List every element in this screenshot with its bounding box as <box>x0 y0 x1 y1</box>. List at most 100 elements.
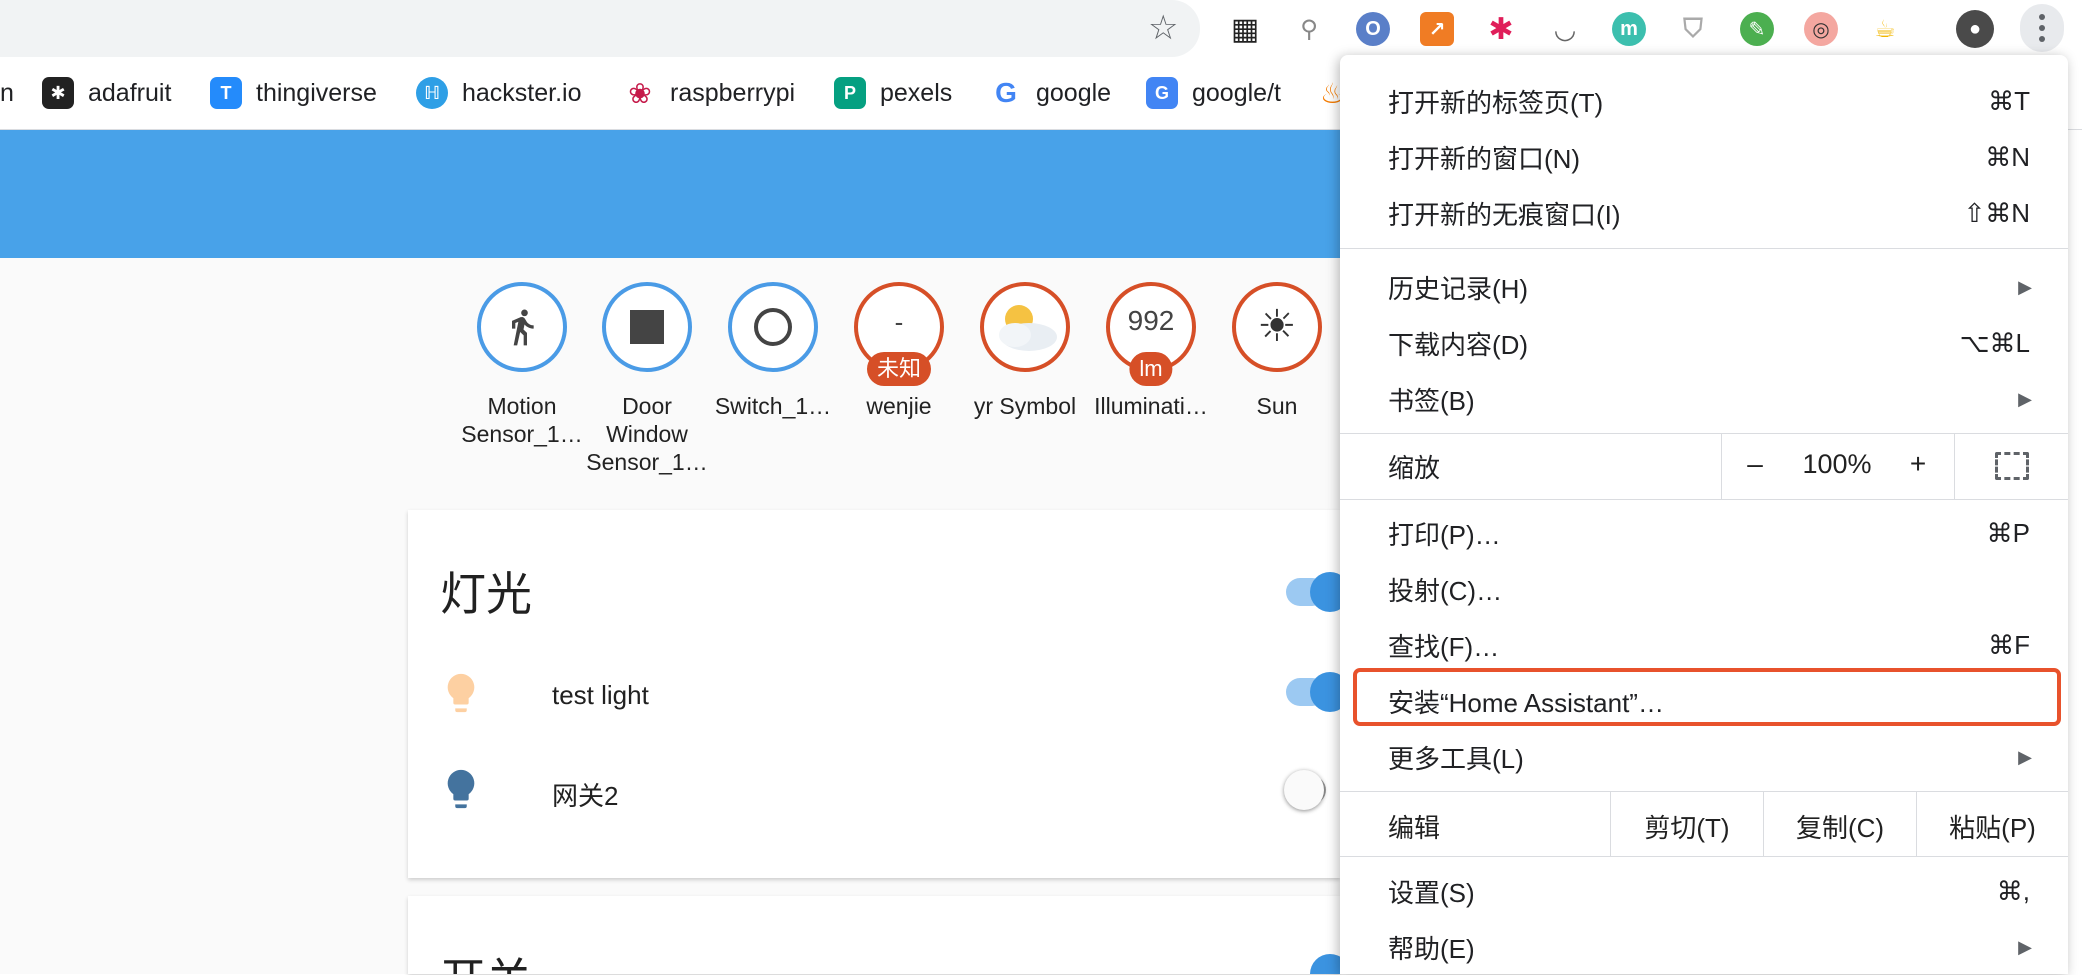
menu-item-incognito[interactable]: 打开新的无痕窗口(I) ⇧⌘N <box>1340 185 2068 241</box>
zoom-out-button[interactable]: – <box>1735 448 1775 480</box>
chrome-menu-button[interactable] <box>2020 4 2064 52</box>
submenu-arrow-icon: ▶ <box>2018 276 2032 297</box>
badge-label: Door Window Sensor_1… <box>586 393 708 475</box>
bookmark-google[interactable]: G google <box>990 75 1111 111</box>
menu-item-settings[interactable]: 设置(S) ⌘, <box>1340 863 2068 919</box>
badge-circle <box>477 282 567 372</box>
menu-item-cast[interactable]: 投射(C)… <box>1340 561 2068 617</box>
gateway2-toggle-knob[interactable] <box>1284 770 1324 810</box>
entity-name[interactable]: 网关2 <box>552 776 618 813</box>
menu-item-bookmarks[interactable]: 书签(B) ▶ <box>1340 371 2068 427</box>
badge-label: Sun <box>1256 393 1298 419</box>
menu-item-new-window[interactable]: 打开新的窗口(N) ⌘N <box>1340 129 2068 185</box>
switch-group-toggle-knob[interactable] <box>1310 954 1340 974</box>
edit-label: 编辑 <box>1388 813 1441 843</box>
chrome-menu: 打开新的标签页(T) ⌘T 打开新的窗口(N) ⌘N 打开新的无痕窗口(I) ⇧… <box>1340 55 2068 974</box>
submenu-arrow-icon: ▶ <box>2018 936 2032 957</box>
bookmark-label: google <box>1036 78 1112 107</box>
badge-circle: - 未知 <box>854 282 944 386</box>
fullscreen-icon[interactable] <box>1995 452 2029 480</box>
entity-name[interactable]: test light <box>552 680 649 711</box>
menu-item-more-tools[interactable]: 更多工具(L) ▶ <box>1340 729 2068 785</box>
divider <box>1954 433 1955 499</box>
glasses-extension-icon[interactable]: ◎ <box>1804 12 1838 46</box>
badge-door-window-sensor[interactable]: Door Window Sensor_1… <box>582 282 712 476</box>
card-title: 开关 <box>440 944 532 974</box>
address-bar[interactable] <box>0 0 1200 57</box>
circle-icon <box>754 308 792 346</box>
badge-unit-tag: lm <box>1129 352 1173 386</box>
adafruit-icon: ✱ <box>42 77 74 109</box>
opera-extension-icon[interactable]: O <box>1356 12 1390 46</box>
badge-label: Illuminati… <box>1094 393 1208 419</box>
bookmark-raspberrypi[interactable]: ❀ raspberrypi <box>624 75 795 111</box>
badge-circle <box>728 282 818 372</box>
qr-code-extension-icon[interactable]: ▦ <box>1228 12 1262 46</box>
bookmark-adafruit[interactable]: ✱ adafruit <box>42 75 171 111</box>
hackster-icon: ℍ <box>416 77 448 109</box>
cut-button[interactable]: 剪切(T) <box>1611 808 1763 845</box>
bookmark-pexels[interactable]: P pexels <box>834 75 952 111</box>
badge-circle <box>602 282 692 372</box>
sun-icon: ☀ <box>1257 302 1297 351</box>
badge-label: wenjie <box>866 393 932 419</box>
edit-row: 编辑 剪切(T) 复制(C) 粘贴(P) <box>1340 792 2068 856</box>
bookmark-item[interactable]: n <box>0 75 14 111</box>
badge-sun[interactable]: ☀ Sun <box>1212 282 1342 420</box>
badge-value: - <box>894 306 904 337</box>
slack-extension-icon[interactable]: ✱ <box>1484 12 1518 46</box>
bookmark-star-icon[interactable]: ☆ <box>1148 10 1178 46</box>
menu-item-find[interactable]: 查找(F)… ⌘F <box>1340 617 2068 673</box>
walk-icon <box>512 309 534 346</box>
bookmark-hackster[interactable]: ℍ hackster.io <box>416 75 582 111</box>
bulb-icon <box>438 670 484 721</box>
chart-extension-icon[interactable]: ↗ <box>1420 12 1454 46</box>
menu-item-history[interactable]: 历史记录(H) ▶ <box>1340 259 2068 315</box>
badge-illuminance[interactable]: 992 lm Illuminati… <box>1086 282 1216 420</box>
profile-avatar[interactable]: ● <box>1956 10 1994 48</box>
badge-motion-sensor[interactable]: Motion Sensor_1… <box>457 282 587 448</box>
highlight-box <box>1353 668 2061 726</box>
badge-wenjie[interactable]: - 未知 wenjie <box>834 282 964 420</box>
cup-extension-icon[interactable]: ☕ <box>1868 12 1902 46</box>
lights-card: 灯光 test light 网关2 <box>408 510 1350 878</box>
menu-item-print[interactable]: 打印(P)… ⌘P <box>1340 505 2068 561</box>
card-title: 灯光 <box>440 568 532 620</box>
zoom-row: 缩放 – 100% + <box>1340 433 2068 499</box>
shield-extension-icon[interactable]: ⛉ <box>1676 12 1710 46</box>
copy-button[interactable]: 复制(C) <box>1764 808 1916 845</box>
bookmark-label: pexels <box>880 78 953 107</box>
badge-label: Motion Sensor_1… <box>461 393 583 447</box>
ha-header <box>0 130 1340 258</box>
bookmark-label: raspberrypi <box>670 78 796 107</box>
menu-item-new-tab[interactable]: 打开新的标签页(T) ⌘T <box>1340 73 2068 129</box>
bookmark-label: google/t <box>1192 78 1281 107</box>
menu-item-help[interactable]: 帮助(E) ▶ <box>1340 919 2068 975</box>
menu-separator <box>1340 856 2068 857</box>
zoom-in-button[interactable]: + <box>1898 448 1938 480</box>
submenu-arrow-icon: ▶ <box>2018 746 2032 767</box>
badge-circle: ☀ <box>1232 282 1322 372</box>
submenu-arrow-icon: ▶ <box>2018 388 2032 409</box>
partly-cloudy-icon <box>999 305 1057 351</box>
badge-circle <box>980 282 1070 372</box>
bookmark-label: adafruit <box>88 78 172 107</box>
bookmark-thingiverse[interactable]: T thingiverse <box>210 75 377 111</box>
menu-item-downloads[interactable]: 下载内容(D) ⌥⌘L <box>1340 315 2068 371</box>
thingiverse-icon: T <box>210 77 242 109</box>
brush-extension-icon[interactable]: ✎ <box>1740 12 1774 46</box>
bookmark-google-translate[interactable]: G google/t <box>1146 75 1281 111</box>
paste-button[interactable]: 粘贴(P) <box>1917 808 2068 845</box>
bookmark-label: n <box>0 78 14 107</box>
bookmark-label: thingiverse <box>256 78 377 107</box>
sitemap-extension-icon[interactable]: ⚲ <box>1292 12 1326 46</box>
menu-separator <box>1340 499 2068 500</box>
square-icon <box>630 310 664 344</box>
bulb-icon <box>438 766 484 817</box>
badge-switch[interactable]: Switch_1… <box>708 282 838 420</box>
menu-separator <box>1340 248 2068 249</box>
badge-yr-symbol[interactable]: yr Symbol <box>960 282 1090 420</box>
pocket-extension-icon[interactable]: ◡ <box>1548 12 1582 46</box>
mercury-extension-icon[interactable]: m <box>1612 12 1646 46</box>
zoom-label: 缩放 <box>1388 452 1441 483</box>
